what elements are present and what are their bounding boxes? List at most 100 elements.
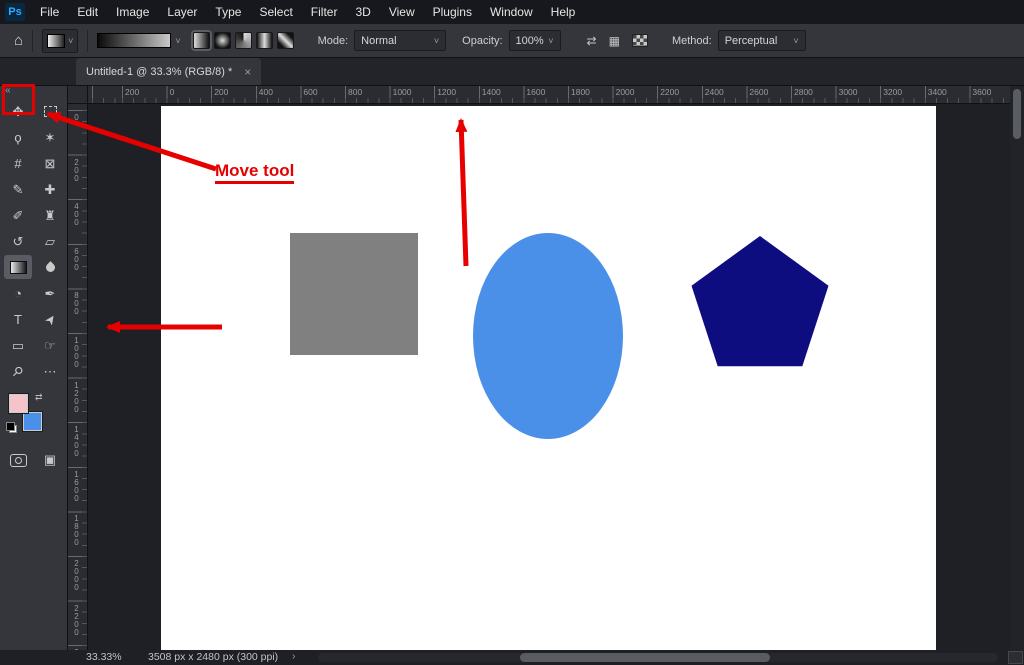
- history-brush-tool[interactable]: ↺: [4, 229, 32, 253]
- menu-item-help[interactable]: Help: [542, 0, 585, 24]
- edit-toolbar-button-icon: ⋯: [44, 365, 57, 378]
- move-tool[interactable]: ✥: [4, 99, 32, 123]
- tools-panel: « ✥ϙ ✶ #⊠ ✎ ✚ ✐♜↺ ▱ ◔ ✒ T➤▭☞⚲ ⋯ ⇄ ▣: [0, 86, 68, 650]
- close-tab-icon[interactable]: ×: [244, 65, 251, 79]
- object-selection-tool[interactable]: ✶: [36, 125, 64, 149]
- object-selection-tool-icon: ✶: [45, 131, 56, 144]
- rectangular-marquee-tool[interactable]: [36, 99, 64, 123]
- method-dropdown[interactable]: Perceptual ˅: [718, 30, 806, 51]
- status-chevron-icon[interactable]: ›: [292, 650, 296, 662]
- v-ruler-label: 0: [72, 113, 81, 121]
- document-canvas[interactable]: [161, 106, 936, 650]
- pen-tool-icon: ✒: [45, 287, 56, 300]
- menu-item-filter[interactable]: Filter: [302, 0, 347, 24]
- reverse-icon[interactable]: ⇄: [587, 34, 597, 48]
- hand-tool[interactable]: ☞: [36, 333, 64, 357]
- eyedropper-tool[interactable]: ✎: [4, 177, 32, 201]
- mode-dropdown[interactable]: Normal ˅: [354, 30, 446, 51]
- h-ruler-label: 2400: [705, 87, 724, 97]
- menu-bar: Ps FileEditImageLayerTypeSelectFilter3DV…: [0, 0, 1024, 24]
- angle-gradient-button[interactable]: [235, 32, 252, 49]
- menu-item-file[interactable]: File: [31, 0, 68, 24]
- menu-item-plugins[interactable]: Plugins: [424, 0, 481, 24]
- radial-gradient-button[interactable]: [214, 32, 231, 49]
- document-tab[interactable]: Untitled-1 @ 33.3% (RGB/8) * ×: [76, 58, 261, 85]
- vertical-scrollbar[interactable]: [1010, 86, 1024, 650]
- horizontal-scrollbar[interactable]: [318, 653, 998, 662]
- chevron-down-icon: ˅: [68, 36, 73, 46]
- h-ruler-label: 200: [214, 87, 228, 97]
- photoshop-window: Ps FileEditImageLayerTypeSelectFilter3DV…: [0, 0, 1024, 665]
- edit-toolbar-button[interactable]: ⋯: [36, 359, 64, 383]
- eyedropper-tool-icon: ✎: [13, 183, 24, 196]
- pen-tool[interactable]: ✒: [36, 281, 64, 305]
- path-selection-tool[interactable]: ➤: [36, 307, 64, 331]
- opacity-dropdown[interactable]: 100% ˅: [509, 30, 561, 51]
- v-ruler-label: 1600: [72, 470, 81, 502]
- screen-mode-button[interactable]: ▣: [44, 452, 56, 468]
- dodge-tool[interactable]: ◔: [4, 281, 32, 305]
- document-tab-title: Untitled-1 @ 33.3% (RGB/8) *: [86, 66, 232, 78]
- type-tool[interactable]: T: [4, 307, 32, 331]
- horizontal-scrollbar-thumb[interactable]: [520, 653, 770, 662]
- menu-item-edit[interactable]: Edit: [68, 0, 107, 24]
- blur-tool[interactable]: [36, 255, 64, 279]
- zoom-level-field[interactable]: 33.33%: [86, 651, 122, 663]
- menu-item-3d[interactable]: 3D: [346, 0, 379, 24]
- menu-item-type[interactable]: Type: [206, 0, 250, 24]
- ruler-origin-corner[interactable]: [68, 86, 88, 104]
- menu-item-layer[interactable]: Layer: [158, 0, 206, 24]
- v-ruler-label: 2000: [72, 559, 81, 591]
- menu-item-window[interactable]: Window: [481, 0, 542, 24]
- collapse-panel-button[interactable]: «: [0, 86, 67, 96]
- h-ruler-label: 1000: [393, 87, 412, 97]
- rectangular-marquee-tool-icon: [44, 106, 57, 117]
- linear-gradient-button[interactable]: [193, 32, 210, 49]
- diamond-gradient-button[interactable]: [277, 32, 294, 49]
- spot-healing-brush-tool-icon: ✚: [45, 183, 56, 196]
- clone-stamp-tool[interactable]: ♜: [36, 203, 64, 227]
- resize-grip[interactable]: [1008, 651, 1023, 664]
- vertical-ruler[interactable]: 0200400600800100012001400160018002000220…: [68, 104, 88, 650]
- default-colors-icon[interactable]: [9, 425, 17, 433]
- tool-preset-picker[interactable]: ˅: [42, 29, 78, 53]
- h-ruler-label: 0: [170, 87, 175, 97]
- horizontal-ruler[interactable]: 2000200400600800100012001400160018002000…: [88, 86, 1010, 104]
- zoom-tool[interactable]: ⚲: [4, 359, 32, 383]
- foreground-color-swatch[interactable]: [9, 394, 28, 413]
- h-ruler-label: 2200: [660, 87, 679, 97]
- gradient-bar-icon: [97, 33, 171, 48]
- dither-icon[interactable]: ▦: [609, 34, 620, 48]
- menu-item-view[interactable]: View: [380, 0, 424, 24]
- vertical-scrollbar-thumb[interactable]: [1013, 89, 1021, 139]
- document-info: 3508 px x 2480 px (300 ppi): [148, 651, 278, 663]
- crop-tool[interactable]: #: [4, 151, 32, 175]
- frame-tool[interactable]: ⊠: [36, 151, 64, 175]
- swap-colors-icon[interactable]: ⇄: [35, 392, 43, 403]
- gradient-preview-picker[interactable]: ˅: [97, 33, 180, 48]
- background-color-swatch[interactable]: [23, 412, 42, 431]
- quick-mask-button[interactable]: [10, 454, 27, 467]
- v-ruler-label: 1200: [72, 381, 81, 413]
- eraser-tool-icon: ▱: [45, 235, 55, 248]
- gradient-tool[interactable]: [4, 255, 32, 279]
- v-ruler-label: 800: [72, 291, 81, 315]
- v-ruler-label: 1000: [72, 336, 81, 368]
- lasso-tool[interactable]: ϙ: [4, 125, 32, 149]
- brush-tool[interactable]: ✐: [4, 203, 32, 227]
- rectangle-tool[interactable]: ▭: [4, 333, 32, 357]
- gradient-tool-icon: [10, 261, 27, 274]
- panel-buttons: ▣: [0, 452, 67, 468]
- spot-healing-brush-tool[interactable]: ✚: [36, 177, 64, 201]
- canvas-shape-rectangle[interactable]: [290, 233, 418, 355]
- reflected-gradient-button[interactable]: [256, 32, 273, 49]
- transparency-icon[interactable]: [632, 34, 648, 47]
- canvas-shape-ellipse[interactable]: [473, 233, 623, 439]
- eraser-tool[interactable]: ▱: [36, 229, 64, 253]
- v-ruler-label: 400: [72, 202, 81, 226]
- home-icon[interactable]: ⌂: [14, 32, 23, 49]
- options-bar: ⌂ ˅ ˅ Mode: Normal ˅ Opacity: 100% ˅ ⇄ ▦…: [0, 24, 1024, 58]
- menu-item-image[interactable]: Image: [107, 0, 158, 24]
- menu-item-select[interactable]: Select: [250, 0, 301, 24]
- canvas-shape-pentagon[interactable]: [688, 233, 832, 377]
